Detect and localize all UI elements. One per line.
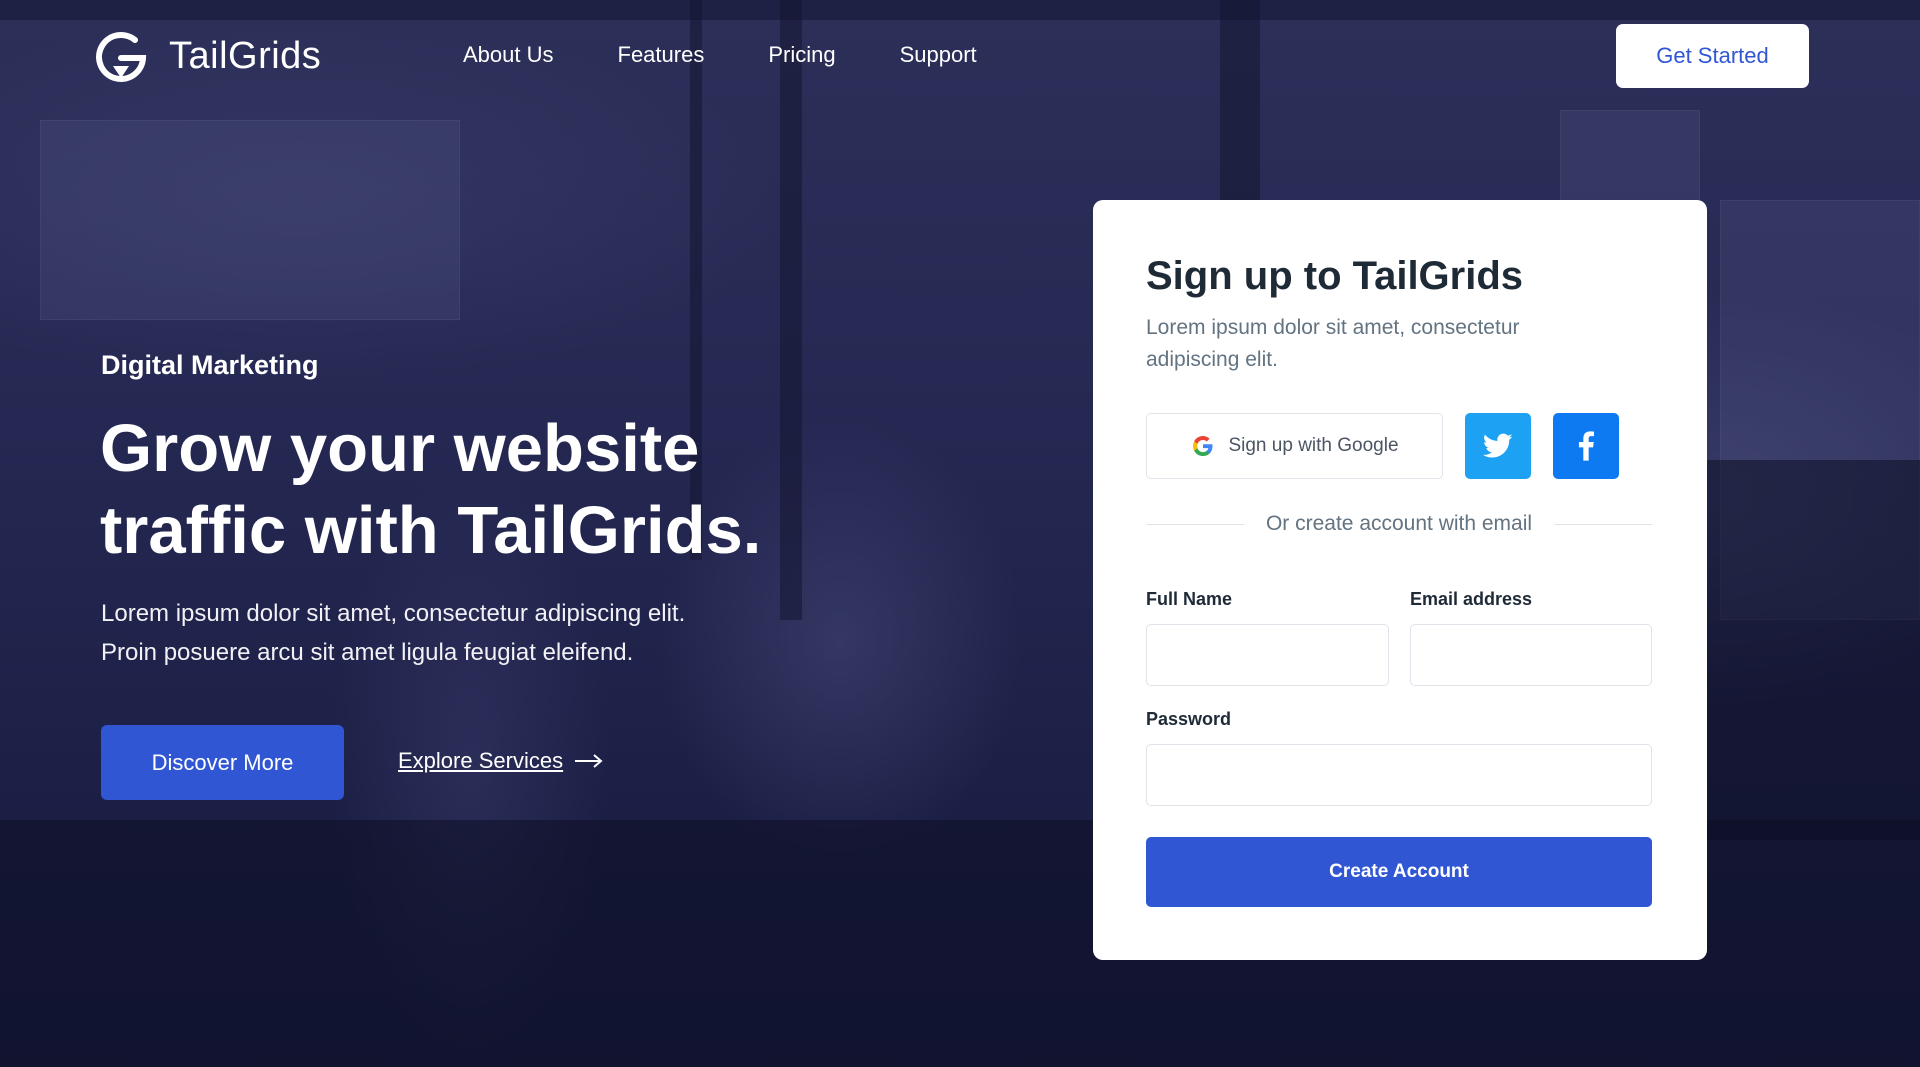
nav-item-pricing[interactable]: Pricing: [768, 42, 835, 68]
nav-item-features[interactable]: Features: [618, 42, 705, 68]
create-account-button[interactable]: Create Account: [1146, 837, 1652, 907]
signup-title: Sign up to TailGrids: [1146, 254, 1524, 298]
google-icon: [1193, 436, 1213, 456]
site-header: TailGrids About Us Features Pricing Supp…: [0, 0, 1920, 112]
divider-text: Or create account with email: [1265, 512, 1533, 535]
discover-more-button[interactable]: Discover More: [101, 725, 344, 800]
hero-description-line-1: Lorem ipsum dolor sit amet, consectetur …: [101, 600, 686, 627]
divider-line-left: [1146, 523, 1244, 525]
hero-tagline: Digital Marketing: [101, 350, 319, 380]
email-divider: Or create account with email: [1146, 512, 1653, 536]
signup-subtitle-line-1: Lorem ipsum dolor sit amet, consectetur: [1146, 316, 1520, 339]
facebook-signup-button[interactable]: [1553, 413, 1619, 479]
hero-title-line-1: Grow your website: [100, 411, 700, 486]
signup-subtitle-line-2: adipiscing elit.: [1146, 348, 1278, 371]
google-signup-button[interactable]: Sign up with Google: [1146, 413, 1443, 479]
password-label: Password: [1146, 709, 1232, 729]
brand-logo[interactable]: TailGrids: [91, 26, 321, 86]
brand-name: TailGrids: [169, 34, 322, 77]
twitter-signup-button[interactable]: [1465, 413, 1531, 479]
tailgrids-logo-icon: [96, 32, 147, 82]
hero-title-line-2: traffic with TailGrids.: [100, 493, 762, 568]
signup-subtitle: Lorem ipsum dolor sit amet, consectetur …: [1146, 312, 1606, 376]
hero-title: Grow your website traffic with TailGrids…: [100, 408, 820, 572]
hero-description-line-2: Proin posuere arcu sit amet ligula feugi…: [101, 639, 634, 666]
explore-services-link[interactable]: Explore Services: [398, 748, 603, 774]
explore-services-label: Explore Services: [398, 748, 564, 773]
full-name-input[interactable]: [1146, 624, 1389, 686]
email-label: Email address: [1410, 589, 1533, 609]
twitter-icon: [1483, 433, 1513, 458]
nav-item-support[interactable]: Support: [900, 42, 977, 68]
main-nav: About Us Features Pricing Support: [463, 42, 977, 68]
get-started-button[interactable]: Get Started: [1616, 24, 1809, 88]
facebook-icon: [1578, 431, 1594, 461]
divider-line-right: [1554, 523, 1653, 525]
google-signup-label: Sign up with Google: [1228, 435, 1399, 456]
email-input[interactable]: [1410, 624, 1652, 686]
arrow-right-icon: [575, 754, 603, 768]
hero-description: Lorem ipsum dolor sit amet, consectetur …: [101, 594, 781, 672]
password-input[interactable]: [1146, 744, 1652, 806]
signup-card: Sign up to TailGrids Lorem ipsum dolor s…: [1093, 200, 1707, 960]
nav-item-about-us[interactable]: About Us: [463, 42, 554, 68]
full-name-label: Full Name: [1146, 589, 1233, 609]
